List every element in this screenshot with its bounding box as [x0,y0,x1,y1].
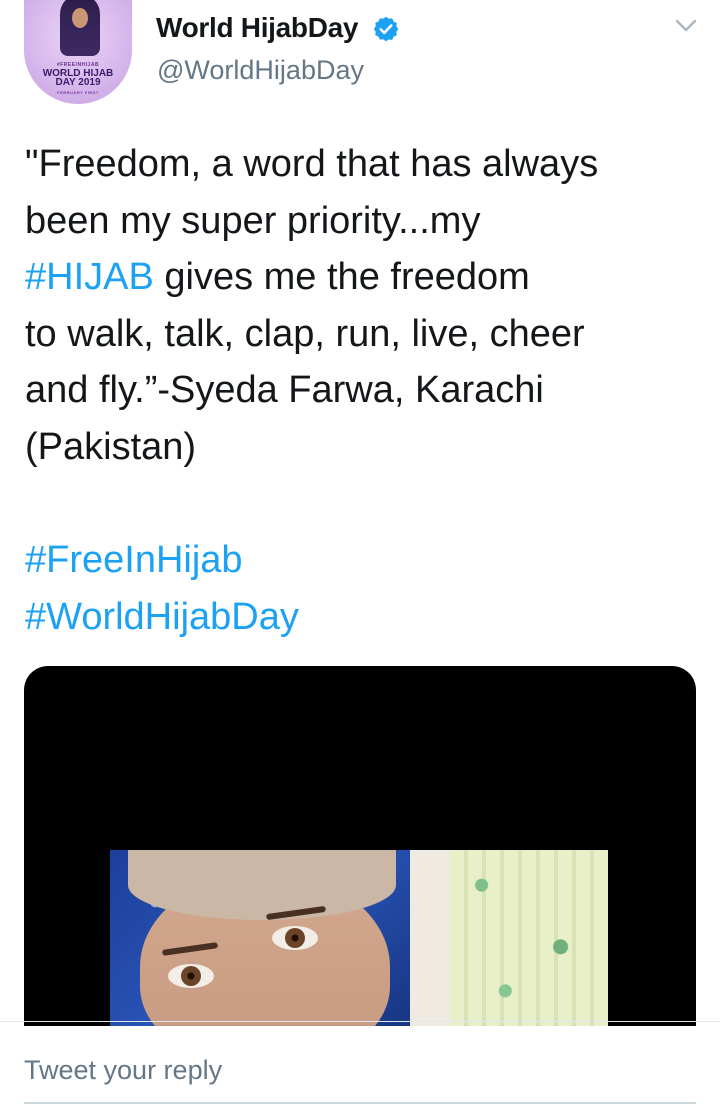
handle[interactable]: @WorldHijabDay [157,55,364,86]
avatar-face [72,8,88,28]
tweet-line: #HIJAB gives me the freedom [25,249,705,306]
hashtag-link[interactable]: #HIJAB [25,256,154,298]
reply-input[interactable] [24,1050,696,1090]
hashtag-link[interactable]: #FreeInHijab [25,539,243,581]
photo [110,850,608,1026]
tweet-text-segment: and fly.”-Syeda Farwa, Karachi [25,369,544,412]
avatar-brand-line2: DAY 2019 [55,77,101,88]
tweet-line: to walk, talk, clap, run, live, cheer [25,306,705,363]
photo-eye-right [272,926,318,950]
reply-divider [0,1021,720,1022]
tweet-line: #FreeInHijab [25,532,705,589]
photo-eye-left [168,964,214,988]
reply-underline [24,1102,696,1104]
avatar-sub: FEBRUARY FIRST [57,90,99,95]
tweet-text: "Freedom, a word that has always been my … [25,136,705,645]
tweet-line: #WorldHijabDay [25,589,705,646]
hashtag-link[interactable]: #WorldHijabDay [25,596,299,638]
chevron-down-icon[interactable] [674,14,698,36]
tweet-line: and fly.”-Syeda Farwa, Karachi [25,362,705,419]
tweet-line: "Freedom, a word that has always [25,136,705,193]
tweet-text-segment: to walk, talk, clap, run, live, cheer [25,312,585,355]
tweet-text-segment: (Pakistan) [25,425,197,468]
photo-cap [128,850,396,920]
tweet-text-segment: been my super priority...my [25,199,481,242]
tweet-text-segment: "Freedom, a word that has always [25,143,599,185]
photo-curtain [450,850,608,1026]
avatar[interactable]: #FREEINHIJAB WORLD HIJAB DAY 2019 FEBRUA… [24,0,132,104]
tweet-line: been my super priority...my [25,193,705,250]
avatar-brand: WORLD HIJAB DAY 2019 [24,69,132,88]
verified-badge-icon [373,16,399,42]
tweet-line: (Pakistan) [25,419,705,476]
tweet-media[interactable] [24,666,696,1026]
tweet-text-segment: gives me the freedom [153,256,530,299]
tweet-line [25,476,705,533]
display-name[interactable]: World HijabDay [156,12,359,44]
